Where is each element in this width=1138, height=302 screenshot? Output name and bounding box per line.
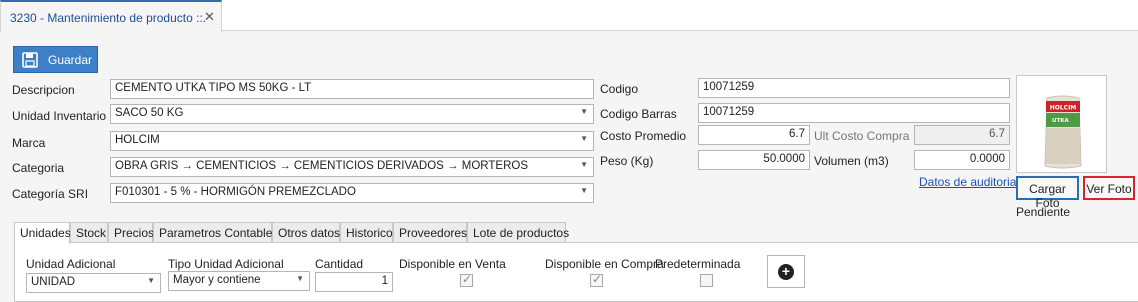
col-cantidad: Cantidad	[315, 257, 364, 271]
bag-brand-text: HOLCIM	[1050, 105, 1077, 112]
peso-input[interactable]: 50.0000	[698, 150, 810, 170]
tab-lote-de-productos[interactable]: Lote de productos	[467, 222, 569, 243]
descripcion-input[interactable]: CEMENTO UTKA TIPO MS 50KG - LT	[110, 79, 594, 99]
codigo-barras-value: 10071259	[703, 106, 755, 118]
costo-promedio-value: 6.7	[789, 128, 805, 140]
tipo-unidad-value: Mayor y contiene	[173, 274, 261, 286]
col-predeterminada: Predeterminada	[655, 257, 741, 271]
add-unit-button[interactable]: +	[767, 255, 805, 288]
tipo-unidad-select[interactable]: Mayor y contiene ▼	[168, 271, 310, 291]
disponible-compra-checkbox[interactable]: ✓	[590, 272, 603, 287]
chevron-down-icon[interactable]: ▼	[580, 107, 588, 116]
floppy-disk-icon	[22, 52, 38, 68]
peso-label: Peso (Kg)	[600, 154, 654, 168]
bag-product-text: UTKA	[1052, 118, 1069, 124]
close-icon[interactable]: ✕	[204, 9, 215, 25]
ult-costo-compra-value: 6.7	[989, 128, 1005, 140]
tab-precios[interactable]: Precios	[108, 222, 154, 243]
document-tab[interactable]: 3230 - Mantenimiento de producto ::. ✕	[0, 0, 222, 32]
chevron-down-icon[interactable]: ▼	[580, 160, 588, 169]
categoria-label: Categoria	[12, 161, 65, 175]
costo-promedio-label: Costo Promedio	[600, 129, 687, 143]
tab-parametros-contables[interactable]: Parametros Contables	[153, 222, 278, 243]
tab-otros-datos[interactable]: Otros datos	[272, 222, 340, 243]
cargar-foto-button[interactable]: Cargar Foto	[1016, 176, 1079, 210]
categoria-sri-label: Categoría SRI	[12, 187, 89, 201]
costo-promedio-input[interactable]: 6.7	[698, 125, 810, 145]
unidad-inventario-select[interactable]: SACO 50 KG ▼	[110, 104, 594, 124]
check-icon: ✓	[592, 272, 603, 286]
tab-stock[interactable]: Stock	[70, 222, 108, 243]
tab-unidades[interactable]: Unidades	[14, 222, 71, 244]
unidad-inventario-label: Unidad Inventario	[12, 109, 107, 123]
check-icon: ✓	[462, 272, 473, 286]
categoria-select[interactable]: OBRA GRIS → CEMENTICIOS → CEMENTICIOS DE…	[110, 157, 594, 177]
plus-icon: +	[778, 264, 794, 280]
chevron-down-icon[interactable]: ▼	[147, 276, 155, 285]
disponible-venta-checkbox[interactable]: ✓	[460, 272, 473, 287]
product-photo: HOLCIM UTKA	[1016, 75, 1107, 173]
categoria-value: OBRA GRIS → CEMENTICIOS → CEMENTICIOS DE…	[115, 160, 528, 172]
save-button[interactable]: Guardar	[13, 46, 98, 73]
unidad-adicional-select[interactable]: UNIDAD ▼	[26, 273, 161, 293]
audit-link[interactable]: Datos de auditoria	[919, 175, 1016, 189]
descripcion-value: CEMENTO UTKA TIPO MS 50KG - LT	[115, 82, 312, 94]
ult-costo-compra-input: 6.7	[914, 125, 1010, 145]
chevron-down-icon[interactable]: ▼	[580, 186, 588, 195]
predeterminada-checkbox[interactable]	[700, 274, 713, 287]
chevron-down-icon[interactable]: ▼	[580, 134, 588, 143]
document-tabstrip: 3230 - Mantenimiento de producto ::. ✕	[0, 0, 1138, 32]
volumen-value: 0.0000	[969, 153, 1005, 165]
categoria-sri-select[interactable]: F010301 - 5 % - HORMIGÓN PREMEZCLADO ▼	[110, 183, 594, 203]
marca-value: HOLCIM	[115, 134, 160, 146]
unidad-inventario-value: SACO 50 KG	[115, 107, 184, 119]
categoria-sri-value: F010301 - 5 % - HORMIGÓN PREMEZCLADO	[115, 186, 356, 198]
ver-foto-button[interactable]: Ver Foto	[1083, 176, 1135, 200]
col-disponible-venta: Disponible en Venta	[399, 257, 506, 271]
ult-costo-compra-label: Ult Costo Compra	[814, 129, 910, 143]
codigo-barras-label: Codigo Barras	[600, 107, 677, 121]
unidad-adicional-value: UNIDAD	[31, 276, 76, 288]
cantidad-input[interactable]: 1	[315, 272, 393, 292]
tab-proveedores[interactable]: Proveedores	[393, 222, 467, 243]
peso-value: 50.0000	[763, 153, 805, 165]
col-tipo-unidad-adicional: Tipo Unidad Adicional	[168, 257, 284, 271]
marca-select[interactable]: HOLCIM ▼	[110, 131, 594, 151]
document-tab-title: 3230 - Mantenimiento de producto ::.	[10, 11, 207, 25]
codigo-input[interactable]: 10071259	[698, 78, 1010, 98]
col-unidad-adicional: Unidad Adicional	[26, 257, 116, 271]
save-button-label: Guardar	[48, 53, 93, 67]
volumen-input[interactable]: 0.0000	[914, 150, 1010, 170]
col-disponible-compra: Disponible en Compra	[545, 257, 664, 271]
codigo-value: 10071259	[703, 81, 755, 93]
tab-historico[interactable]: Historico	[340, 222, 393, 243]
descripcion-label: Descripcion	[12, 83, 75, 97]
chevron-down-icon[interactable]: ▼	[296, 274, 304, 283]
cement-bag-image: HOLCIM UTKA	[1044, 95, 1082, 169]
volumen-label: Volumen (m3)	[814, 154, 889, 168]
codigo-barras-input[interactable]: 10071259	[698, 103, 1010, 123]
marca-label: Marca	[12, 136, 46, 150]
photo-status: Pendiente	[1016, 205, 1071, 219]
cantidad-value: 1	[381, 275, 388, 287]
codigo-label: Codigo	[600, 82, 639, 96]
